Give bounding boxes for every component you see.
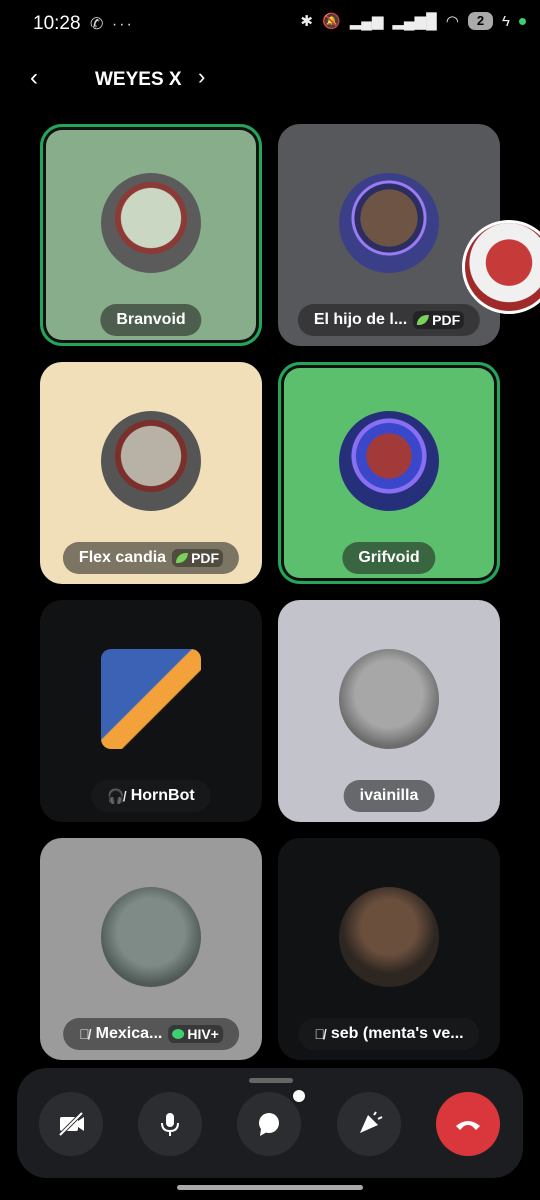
camera-off-icon xyxy=(58,1111,84,1137)
participant-label: Branvoid xyxy=(100,304,202,336)
participant-name: Branvoid xyxy=(116,311,186,328)
server-tag: HIV+ xyxy=(168,1025,223,1043)
privacy-dot xyxy=(519,17,526,25)
mute-icon: 🔕 xyxy=(322,13,341,30)
microphone-icon xyxy=(161,1113,179,1136)
home-indicator[interactable] xyxy=(177,1185,363,1190)
participant-label: 🎙̸ Mexica... HIV+ xyxy=(63,1018,239,1050)
server-tag: PDF xyxy=(172,549,224,567)
clock: 10:28 xyxy=(33,13,81,34)
avatar xyxy=(101,172,201,273)
participant-name: HornBot xyxy=(130,787,195,804)
mic-off-icon: 🎙̸ xyxy=(314,1026,325,1042)
participant-name: Grifvoid xyxy=(358,549,420,566)
participant-label: 🎧̸ HornBot xyxy=(91,780,211,812)
participant-tile[interactable]: 🎙̸ Mexica... HIV+ xyxy=(40,838,262,1060)
participant-name: El hijo de l... xyxy=(313,311,408,328)
wifi-icon: ◠ xyxy=(445,13,459,30)
drag-handle[interactable] xyxy=(249,1078,293,1083)
participant-name: ivainilla xyxy=(359,787,419,804)
chat-button[interactable] xyxy=(237,1092,301,1156)
avatar xyxy=(339,172,439,273)
hang-up-icon xyxy=(456,1121,480,1130)
system-icons: ✱ 🔕 ▂▄▆ ▂▄▆█ ◠ 2 ϟ xyxy=(300,12,526,30)
call-controls xyxy=(17,1068,523,1178)
channel-name[interactable]: WEYES X xyxy=(95,69,182,91)
back-button[interactable]: ‹ xyxy=(30,64,38,92)
participant-label: 🎙̸ seb (menta's ve... xyxy=(298,1018,480,1050)
participant-tile[interactable]: ivainilla xyxy=(278,600,500,822)
rocket-icon xyxy=(360,1111,383,1133)
battery-indicator: 2 xyxy=(467,12,494,30)
participant-label: Flex candia PDF xyxy=(62,542,240,574)
participant-label: El hijo de l... PDF xyxy=(297,304,481,336)
avatar xyxy=(339,886,439,987)
notification-icons: ✆ ··· xyxy=(90,16,134,33)
participant-tile[interactable]: El hijo de l... PDF xyxy=(278,124,500,346)
server-tag: PDF xyxy=(413,311,465,329)
participant-name: seb (menta's ve... xyxy=(330,1025,464,1042)
headphones-off-icon: 🎧̸ xyxy=(107,787,125,804)
charging-icon: ϟ xyxy=(502,12,510,30)
participant-tile[interactable]: Branvoid xyxy=(40,124,262,346)
activities-button[interactable] xyxy=(337,1092,401,1156)
signal-icon-2: ▂▄▆█ xyxy=(392,13,437,30)
virus-icon xyxy=(172,1029,185,1039)
chat-bubble-icon xyxy=(259,1113,279,1136)
call-header: ‹ WEYES X › xyxy=(0,60,540,100)
mic-off-icon: 🎙̸ xyxy=(79,1026,90,1042)
bluetooth-icon: ✱ xyxy=(300,13,313,30)
avatar xyxy=(339,648,439,749)
participant-tile[interactable]: Flex candia PDF xyxy=(40,362,262,584)
chevron-right-icon[interactable]: › xyxy=(198,64,205,90)
notification-dot xyxy=(291,1088,307,1104)
leaf-icon xyxy=(417,315,430,325)
avatar xyxy=(101,410,201,511)
participant-tile[interactable]: 🎙̸ seb (menta's ve... xyxy=(278,838,500,1060)
participant-tile[interactable]: Grifvoid xyxy=(278,362,500,584)
participant-label: Grifvoid xyxy=(342,542,436,574)
participant-tile[interactable]: 🎧̸ HornBot xyxy=(40,600,262,822)
end-call-button[interactable] xyxy=(436,1092,500,1156)
avatar xyxy=(339,410,439,511)
participant-name: Flex candia xyxy=(78,549,167,566)
status-bar: 10:28 ✆ ··· ✱ 🔕 ▂▄▆ ▂▄▆█ ◠ 2 ϟ xyxy=(0,0,540,50)
bot-avatar xyxy=(101,648,201,749)
participant-name: Mexica... xyxy=(95,1025,163,1042)
camera-off-button[interactable] xyxy=(39,1092,103,1156)
signal-icon: ▂▄▆ xyxy=(349,13,384,30)
participant-label: ivainilla xyxy=(343,780,435,812)
mic-button[interactable] xyxy=(138,1092,202,1156)
avatar xyxy=(101,886,201,987)
leaf-icon xyxy=(176,553,189,563)
